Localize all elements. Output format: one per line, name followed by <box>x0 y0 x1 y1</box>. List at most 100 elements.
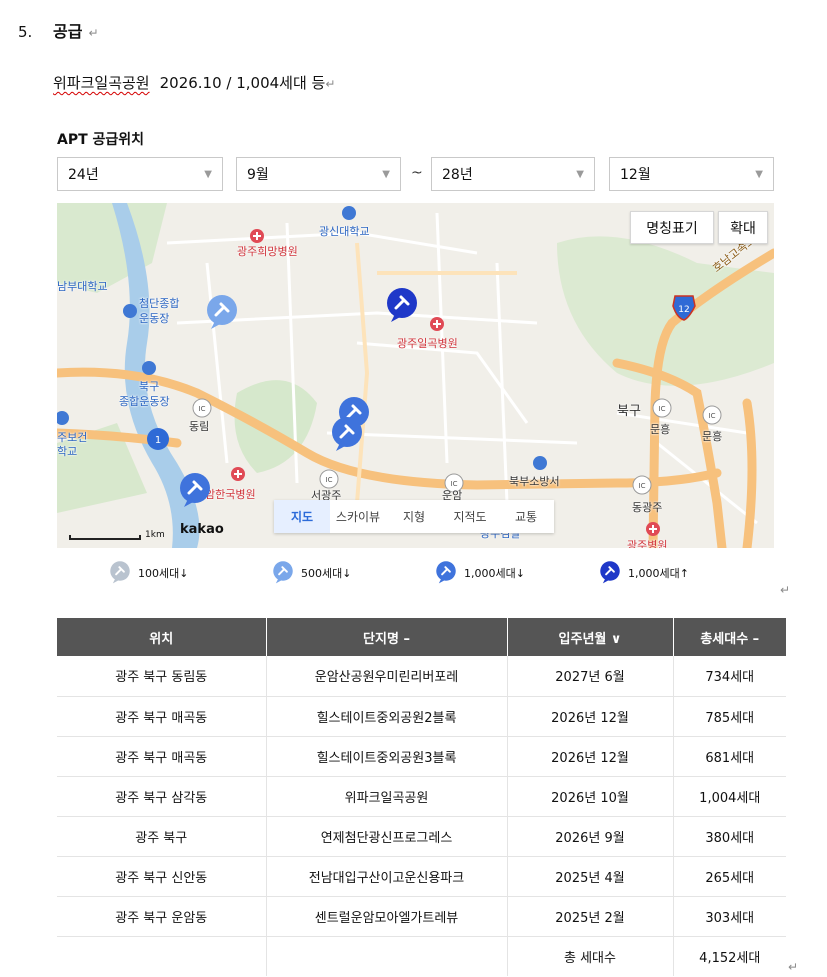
map-label-dongrim: 동림 <box>189 420 210 433</box>
map-label-ilgok-hospital: 광주일곡병원 <box>397 337 458 350</box>
map-show-labels-button[interactable]: 명칭표기 <box>630 211 714 244</box>
total-label: 총 세대수 <box>507 936 674 976</box>
map-scale: 1km <box>69 530 165 540</box>
legend-item-1000-over: 1,000세대↑ <box>597 560 689 586</box>
cell-location: 광주 북구 동림동 <box>57 656 267 697</box>
table-row: 광주 북구 매곡동 힐스테이트중외공원3블록 2026년 12월 681세대 <box>57 736 786 777</box>
map-label-bukgu-sports: 종합운동장 <box>119 395 170 408</box>
map-label-munheung-1: 문흥 <box>650 423 671 436</box>
apt-pin-500-icon[interactable] <box>202 293 242 333</box>
road-1-label: 1 <box>155 435 161 446</box>
supply-map[interactable]: IC IC IC IC IC IC 1 12 광신대학교 광주희망병원 남부대학… <box>57 203 774 548</box>
map-tab-traffic[interactable]: 교통 <box>498 500 554 533</box>
return-mark-icon: ↵ <box>780 583 791 597</box>
dropdown-arrow-icon: ▼ <box>755 168 763 180</box>
cell-households: 1,004세대 <box>673 776 786 817</box>
cell-move-in: 2026년 12월 <box>507 736 674 777</box>
table-header-row: 위치 단지명 – 입주년월 ∨ 총세대수 – <box>57 618 786 656</box>
map-label-donggwangju: 동광주 <box>632 501 663 514</box>
return-mark-icon: ↵ <box>88 26 99 40</box>
table-row: 광주 북구 운암동 센트럴운암모아엘가트레뷰 2025년 2월 303세대 <box>57 896 786 937</box>
map-tab-map[interactable]: 지도 <box>274 500 330 533</box>
map-base-layer: IC IC IC IC IC IC 1 12 <box>57 203 774 548</box>
table-row: 광주 북구 삼각동 위파크일곡공원 2026년 10월 1,004세대 <box>57 776 786 817</box>
apt-pin-1000-over-icon[interactable] <box>382 286 422 326</box>
map-label-stadium: 운동장 <box>139 312 170 325</box>
col-header-move-in[interactable]: 입주년월 ∨ <box>507 618 674 656</box>
scale-bar <box>69 535 141 540</box>
col-header-complex[interactable]: 단지명 – <box>266 618 508 656</box>
legend-item-100: 100세대↓ <box>107 560 188 586</box>
map-label-univ: 광신대학교 <box>319 225 370 238</box>
kakao-logo: kakao <box>180 522 224 537</box>
section-title: 공급 <box>53 22 83 41</box>
cell-households: 303세대 <box>673 896 786 937</box>
supply-table: 위치 단지명 – 입주년월 ∨ 총세대수 – 광주 북구 동림동 운암산공원우미… <box>57 618 786 976</box>
map-label-bukgu-district: 북구 <box>617 404 641 419</box>
map-tab-cadastral[interactable]: 지적도 <box>442 500 498 533</box>
map-label-munheung-2: 문흥 <box>702 430 723 443</box>
cell-move-in: 2026년 12월 <box>507 696 674 737</box>
cell-location: 광주 북구 삼각동 <box>57 776 267 817</box>
cell-empty <box>57 936 267 976</box>
return-mark-icon: ↵ <box>788 960 799 974</box>
cell-complex: 운암산공원우미린리버포레 <box>266 656 508 697</box>
table-total-row: 총 세대수 4,152세대 <box>57 936 786 976</box>
cell-location: 광주 북구 매곡동 <box>57 736 267 777</box>
table-row: 광주 북구 연제첨단광신프로그레스 2026년 9월 380세대 <box>57 816 786 857</box>
map-label-school: 학교 <box>57 445 78 458</box>
map-type-tabs: 지도 스카이뷰 지형 지적도 교통 <box>274 500 554 533</box>
cell-move-in: 2026년 9월 <box>507 816 674 857</box>
end-year-value: 28년 <box>442 167 473 183</box>
cell-move-in: 2026년 10월 <box>507 776 674 817</box>
summary-detail: 2026.10 / 1,004세대 등 <box>159 74 326 92</box>
cell-households: 785세대 <box>673 696 786 737</box>
table-row: 광주 북구 매곡동 힐스테이트중외공원2블록 2026년 12월 785세대 <box>57 696 786 737</box>
map-tab-skyview[interactable]: 스카이뷰 <box>330 500 386 533</box>
legend-label: 1,000세대↓ <box>464 567 525 580</box>
apt-pin-100-icon <box>110 561 130 584</box>
map-label-bukgu: 북구 <box>139 380 160 393</box>
supply-summary: 위파크일곡공원 2026.10 / 1,004세대 등 ↵ <box>53 72 335 93</box>
legend-label: 1,000세대↑ <box>628 567 689 580</box>
cell-complex: 전남대입구산이고운신용파크 <box>266 856 508 897</box>
cell-location: 광주 북구 신안동 <box>57 856 267 897</box>
col-header-households[interactable]: 총세대수 – <box>673 618 786 656</box>
map-label-bottom-hospital: 광주병원 <box>627 539 668 548</box>
table-row: 광주 북구 신안동 전남대입구산이고운신용파크 2025년 4월 265세대 <box>57 856 786 897</box>
end-month-select[interactable]: 12월 ▼ <box>609 157 774 191</box>
cell-empty <box>266 936 508 976</box>
legend-item-500: 500세대↓ <box>270 560 351 586</box>
cell-complex: 연제첨단광신프로그레스 <box>266 816 508 857</box>
cell-move-in: 2025년 4월 <box>507 856 674 897</box>
map-label-fire-station: 북부소방서 <box>509 475 560 488</box>
apt-pin-1000-under-icon[interactable] <box>175 471 215 511</box>
col-header-location[interactable]: 위치 <box>57 618 267 656</box>
cell-households: 734세대 <box>673 656 786 697</box>
map-tab-terrain[interactable]: 지형 <box>386 500 442 533</box>
apt-pin-1000-under-icon[interactable] <box>327 415 367 455</box>
apt-pin-500-icon <box>273 561 293 584</box>
cell-location: 광주 북구 <box>57 816 267 857</box>
end-year-select[interactable]: 28년 ▼ <box>431 157 595 191</box>
return-mark-icon: ↵ <box>325 77 336 91</box>
svg-text:IC: IC <box>639 482 646 490</box>
apt-supply-location-label: APT 공급위치 <box>57 132 145 148</box>
scale-text: 1km <box>145 530 165 540</box>
start-month-select[interactable]: 9월 ▼ <box>236 157 401 191</box>
map-label-cheomdan: 첨단종합 <box>139 297 180 310</box>
total-value: 4,152세대 <box>699 950 761 966</box>
cell-location: 광주 북구 매곡동 <box>57 696 267 737</box>
apt-pin-1000-over-icon <box>600 561 620 584</box>
map-zoom-button[interactable]: 확대 <box>718 211 768 244</box>
start-year-select[interactable]: 24년 ▼ <box>57 157 223 191</box>
cell-households: 380세대 <box>673 816 786 857</box>
map-label-nambu-univ: 남부대학교 <box>57 280 108 293</box>
cell-complex: 센트럴운암모아엘가트레뷰 <box>266 896 508 937</box>
map-label-hope-hospital: 광주희망병원 <box>237 245 298 258</box>
cell-move-in: 2025년 2월 <box>507 896 674 937</box>
apt-pin-1000-under-icon <box>436 561 456 584</box>
section-heading: 5. 공급 ↵ <box>18 18 99 42</box>
cell-location: 광주 북구 운암동 <box>57 896 267 937</box>
legend-label: 100세대↓ <box>138 567 189 580</box>
